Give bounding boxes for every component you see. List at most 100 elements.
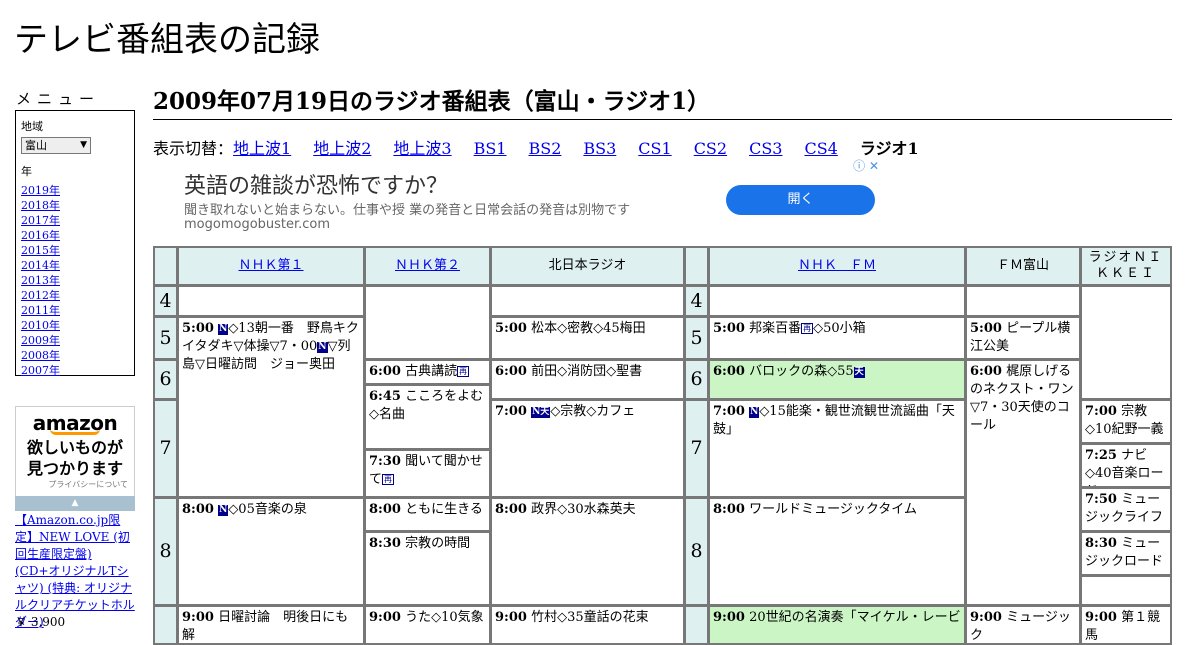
program-cell[interactable]: 6:00 古典講読再 — [364, 359, 491, 385]
ad-close-icon[interactable]: ⓘ ✕ — [853, 157, 879, 174]
hour-label: 6 — [153, 359, 178, 400]
program-time: 6:00 — [713, 364, 745, 379]
program-empty — [965, 285, 1081, 317]
amazon-ad[interactable]: amazon 欲しいものが 見つかります プライバシーについて — [15, 406, 135, 510]
program-cell[interactable]: 8:30 宗教の時間 — [364, 531, 491, 606]
program-time: 9:00 — [369, 610, 401, 625]
year-link[interactable]: 2015年 — [21, 243, 129, 258]
program-time: 8:00 — [369, 502, 401, 517]
program-cell[interactable]: 8:00 N◇05音楽の泉 — [177, 497, 365, 606]
program-cell[interactable]: 7:50 ミュージックライフ — [1080, 487, 1172, 532]
program-text: 20世紀の名演奏「マイケル・レービ — [749, 610, 961, 625]
ad-headline[interactable]: 英語の雑談が恐怖ですか？ — [184, 168, 448, 200]
year-link[interactable]: 2009年 — [21, 333, 129, 348]
amazon-logo: amazon — [32, 411, 118, 435]
program-cell[interactable]: 8:00 ともに生きる — [364, 497, 491, 532]
program-text: うた◇10気象 — [405, 610, 484, 625]
program-empty — [1080, 285, 1172, 400]
year-link[interactable]: 2008年 — [21, 348, 129, 363]
year-link[interactable]: 2007年 — [21, 363, 129, 378]
year-link[interactable]: 2017年 — [21, 213, 129, 228]
ad-open-button[interactable]: 開く — [726, 185, 875, 215]
channel-link[interactable]: ＮＨＫ ＦＭ — [798, 248, 876, 284]
hour-label: 7 — [153, 399, 178, 498]
news-badge-icon: N — [218, 505, 229, 516]
hour-label: 6 — [684, 359, 709, 400]
program-cell[interactable]: 5:00 邦楽百番再 ◇50小箱 — [708, 316, 966, 360]
site-title: テレビ番組表の記録 — [14, 20, 320, 60]
region-select[interactable]: 富山 ▼ — [21, 136, 91, 154]
year-link[interactable]: 2019年 — [21, 183, 129, 198]
program-cell[interactable]: 9:00 うた◇10気象 — [364, 605, 491, 645]
program-cell[interactable]: 7:00 N天◇宗教◇カフェ — [490, 399, 685, 498]
channel-link[interactable]: ＮＨＫ第２ — [395, 248, 460, 284]
year-link[interactable]: 2012年 — [21, 288, 129, 303]
program-cell[interactable]: 7:00 宗教◇10紀野一義再 — [1080, 399, 1172, 444]
program-cell[interactable]: 7:25 ナビ◇40音楽ロード — [1080, 443, 1172, 488]
ad-banner[interactable]: ⓘ ✕ 英語の雑談が恐怖ですか？ 聞き取れないと始まらない。仕事や授 業の発音と… — [153, 156, 881, 246]
region-select-value: 富山 — [25, 139, 47, 152]
channel-header: 北日本ラジオ — [490, 246, 685, 286]
program-text: 前田◇消防団◇聖書 — [531, 364, 643, 379]
program-text: バロックの森◇55 — [749, 364, 854, 379]
program-empty — [490, 285, 685, 317]
program-cell[interactable]: 7:30 聞いて聞かせて再 — [364, 449, 491, 498]
amazon-ad-toggle[interactable]: ▲ — [15, 496, 135, 511]
ad-body: 聞き取れないと始まらない。仕事や授 業の発音と日常会話の発音は別物です — [184, 203, 631, 218]
amazon-privacy-link[interactable]: プライバシーについて — [16, 479, 134, 490]
channel-link[interactable]: ＮＨＫ第１ — [238, 248, 303, 284]
program-empty — [708, 285, 966, 317]
program-cell[interactable]: 9:00 20世紀の名演奏「マイケル・レービ — [708, 605, 966, 645]
menu-box: 地域 富山 ▼ 年 2019年 2018年 2017年 2016年 2015年 … — [15, 110, 135, 378]
program-time: 8:30 — [1085, 536, 1117, 551]
channel-header[interactable]: ＮＨＫ第１ — [177, 246, 365, 286]
program-time: 8:00 — [182, 502, 214, 517]
program-cell[interactable]: 6:45 こころをよむ◇名曲 — [364, 384, 491, 450]
program-cell[interactable]: 9:00 ミュージック — [965, 605, 1081, 645]
program-cell[interactable]: 6:00 梶原しげるのネクスト・ワン▽7・30天使のコール — [965, 359, 1081, 606]
amazon-ad-text: 見つかります — [26, 459, 123, 478]
year-link[interactable]: 2014年 — [21, 258, 129, 273]
chevron-up-icon: ▲ — [71, 498, 79, 508]
year-link[interactable]: 2010年 — [21, 318, 129, 333]
program-time: 8:00 — [713, 502, 745, 517]
program-cell[interactable]: 5:00 N◇13朝一番 野鳥キクイタダキ▽体操▽7・00N▽列島▽日曜訪問 ジ… — [177, 316, 365, 498]
program-cell[interactable]: 8:00 政界◇30水森英夫 — [490, 497, 685, 606]
program-cell[interactable]: 8:00 ワールドミュージックタイム — [708, 497, 966, 606]
hour-label: 7 — [684, 399, 709, 498]
program-cell[interactable]: 5:00 松本◇密教◇45梅田 — [490, 316, 685, 360]
program-text: 古典講読 — [405, 364, 458, 379]
program-time: 8:30 — [369, 536, 401, 551]
program-empty — [177, 285, 365, 317]
year-list: 2019年 2018年 2017年 2016年 2015年 2014年 2013… — [21, 183, 129, 378]
page-title: 2009年07月19日のラジオ番組表（富山・ラジオ1） — [153, 82, 1172, 120]
program-text: ◇50小箱 — [813, 321, 866, 336]
program-time: 5:00 — [713, 321, 745, 336]
hour-label: 4 — [684, 285, 709, 317]
news-badge-icon: N — [749, 407, 760, 418]
channel-header[interactable]: ＮＨＫ第２ — [364, 246, 491, 286]
channel-header[interactable]: ＮＨＫ ＦＭ — [708, 246, 966, 286]
program-text: ともに生きる — [405, 502, 483, 517]
program-time: 8:00 — [495, 502, 527, 517]
channel-header: ラジオＮＩＫＫＥＩ — [1080, 246, 1172, 286]
program-cell[interactable]: 9:00 日曜討論 明後日にも解 — [177, 605, 365, 645]
program-cell[interactable]: 9:00 竹村◇35童話の花束 — [490, 605, 685, 645]
program-cell[interactable]: 6:00 前田◇消防団◇聖書 — [490, 359, 685, 400]
program-empty — [364, 285, 491, 360]
program-text: 松本◇密教◇45梅田 — [531, 321, 646, 336]
program-time: 7:30 — [369, 454, 401, 469]
program-cell[interactable]: 7:00 N◇15能楽・観世流観世流謡曲「天鼓」 — [708, 399, 966, 498]
program-cell[interactable]: 8:30 ミュージックロード — [1080, 531, 1172, 576]
year-link[interactable]: 2011年 — [21, 303, 129, 318]
year-link[interactable]: 2016年 — [21, 228, 129, 243]
hour-label — [153, 605, 178, 645]
program-time: 9:00 — [495, 610, 527, 625]
hour-label: 4 — [153, 285, 178, 317]
year-link[interactable]: 2013年 — [21, 273, 129, 288]
program-text: 竹村◇35童話の花束 — [531, 610, 649, 625]
program-cell[interactable]: 6:00 バロックの森◇55天 — [708, 359, 966, 400]
program-cell[interactable]: 5:00 ピープル横江公美 — [965, 316, 1081, 360]
program-cell[interactable]: 9:00 第１競馬 — [1080, 605, 1172, 645]
year-link[interactable]: 2018年 — [21, 198, 129, 213]
